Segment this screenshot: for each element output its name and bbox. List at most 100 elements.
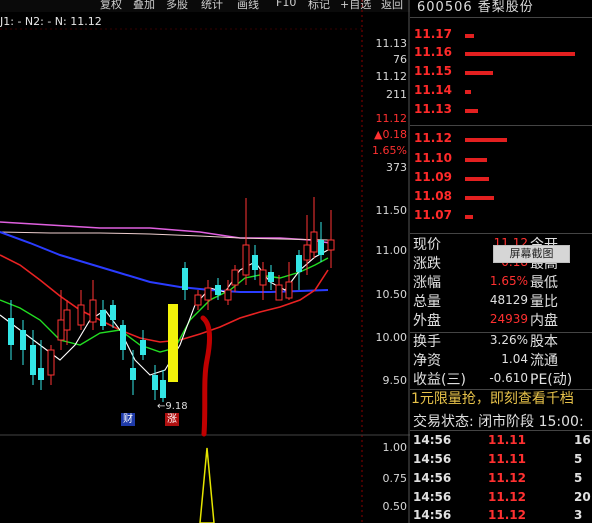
candle-body-24: [259, 269, 267, 286]
orderbook-volume-bar-1: [465, 52, 575, 56]
candle-body-6: [63, 309, 71, 331]
orderbook-volume-bar-2: [465, 71, 493, 75]
candle-body-22: [242, 244, 250, 276]
axis-info-7: 373: [386, 161, 407, 174]
orderbook-volume-bar-9: [465, 215, 473, 219]
orderbook-price-0[interactable]: 11.17: [414, 27, 452, 41]
info-value-7: -0.610: [489, 371, 528, 385]
trade-price-2: 11.12: [488, 471, 526, 485]
candle-body-0: [8, 318, 14, 345]
info-label-5: 换手: [413, 334, 441, 350]
ma-white-line: [0, 231, 331, 241]
info-label2-6: 流通: [530, 353, 558, 369]
info-label-2: 涨幅: [413, 275, 441, 291]
candle-body-23: [252, 255, 258, 270]
axis-info-2: 11.12: [375, 70, 408, 83]
tick-11-50: 11.50: [375, 204, 408, 217]
candle-body-31: [318, 240, 324, 255]
info-value-4: 24939: [489, 312, 528, 326]
candle-body-2: [30, 345, 36, 375]
orderbook-volume-bar-5: [465, 138, 507, 142]
info-label-4: 外盘: [413, 313, 441, 329]
info-label-7: 收益(三): [413, 372, 466, 388]
orderbook-price-5[interactable]: 11.12: [414, 131, 452, 145]
info-label2-5: 股本: [530, 334, 558, 350]
info-label2-3: 量比: [530, 294, 558, 310]
candle-body-9: [100, 310, 106, 326]
trade-status: 交易状态: 闭市阶段 15:00:: [413, 414, 584, 430]
candle-body-19: [215, 285, 221, 295]
axis-info-4: 11.12: [375, 112, 408, 125]
candle-body-17: [194, 294, 202, 306]
candle-body-12: [130, 368, 136, 380]
axis-info-3: 211: [386, 88, 407, 101]
candle-body-10: [110, 305, 116, 320]
ma-green-line: [0, 257, 329, 353]
trade-time-4: 14:56: [413, 508, 452, 522]
trade-price-3: 11.12: [488, 490, 526, 504]
axis-info-6: 1.65%: [372, 144, 407, 157]
candle-body-28: [296, 255, 302, 272]
info-label2-7: PE(动): [530, 372, 573, 388]
axis-info-1: 76: [393, 53, 407, 66]
screenshot-tooltip: 屏幕截图: [493, 245, 570, 263]
trade-time-1: 14:56: [413, 452, 452, 466]
info-value-6: 1.04: [501, 352, 528, 366]
badge-cai[interactable]: 财: [121, 413, 135, 426]
vol-tick-0-50: 0.50: [382, 500, 408, 513]
candle-body-18: [204, 287, 212, 301]
candle-body-4: [47, 349, 55, 376]
orderbook-volume-bar-7: [465, 177, 489, 181]
candle-body-20: [224, 289, 232, 301]
volume-spike: [199, 447, 215, 523]
info-label-6: 净资: [413, 353, 441, 369]
trade-vol-0: 16: [574, 433, 591, 447]
vol-tick-1-00: 1.00: [382, 441, 408, 454]
tick-9-50: 9.50: [382, 374, 408, 387]
candle-body-29: [303, 244, 311, 261]
candle-body-26: [275, 284, 283, 301]
candle-body-7: [77, 304, 85, 326]
orderbook-price-3[interactable]: 11.14: [414, 83, 452, 97]
trade-vol-4: 3: [574, 508, 583, 522]
axis-info-5: ▲0.18: [374, 128, 407, 141]
badge-zhang[interactable]: 涨: [165, 413, 179, 426]
orderbook-price-1[interactable]: 11.16: [414, 45, 452, 59]
trade-vol-3: 20: [574, 490, 591, 504]
candle-body-30: [310, 231, 318, 253]
candle-body-14: [152, 375, 158, 390]
trade-time-0: 14:56: [413, 433, 452, 447]
orderbook-price-9[interactable]: 11.07: [414, 208, 452, 222]
annotation-red-curve: [200, 315, 212, 437]
orderbook-price-6[interactable]: 11.10: [414, 151, 452, 165]
candle-body-11: [120, 325, 126, 350]
candle-body-8: [89, 299, 97, 323]
orderbook-price-4[interactable]: 11.13: [414, 102, 452, 116]
orderbook-volume-bar-8: [465, 196, 494, 200]
trade-time-2: 14:56: [413, 471, 452, 485]
orderbook-volume-bar-3: [465, 90, 471, 94]
candle-body-25: [268, 272, 274, 282]
trade-vol-2: 5: [574, 471, 583, 485]
orderbook-price-7[interactable]: 11.09: [414, 170, 452, 184]
info-label-3: 总量: [413, 294, 441, 310]
info-label2-2: 最低: [530, 275, 558, 291]
info-value-3: 48129: [489, 293, 528, 307]
candle-body-13: [140, 340, 146, 355]
info-label-1: 涨跌: [413, 256, 441, 272]
promo-ticker[interactable]: 1元限量抢，即刻查看千档: [411, 388, 574, 408]
info-value-5: 3.26%: [489, 333, 528, 347]
trade-price-0: 11.11: [488, 433, 526, 447]
limit-up-candle: [168, 304, 178, 382]
orderbook-price-8[interactable]: 11.08: [414, 189, 452, 203]
candle-body-15: [160, 380, 166, 398]
candle-body-5: [57, 319, 65, 341]
orderbook-price-2[interactable]: 11.15: [414, 64, 452, 78]
orderbook-volume-bar-0: [465, 34, 474, 38]
orderbook-volume-bar-4: [465, 109, 478, 113]
tick-10-00: 10.00: [375, 331, 408, 344]
tick-11-00: 11.00: [375, 244, 408, 257]
info-value-2: 1.65%: [489, 274, 528, 288]
info-label2-4: 内盘: [530, 313, 558, 329]
info-label-0: 现价: [413, 237, 441, 253]
